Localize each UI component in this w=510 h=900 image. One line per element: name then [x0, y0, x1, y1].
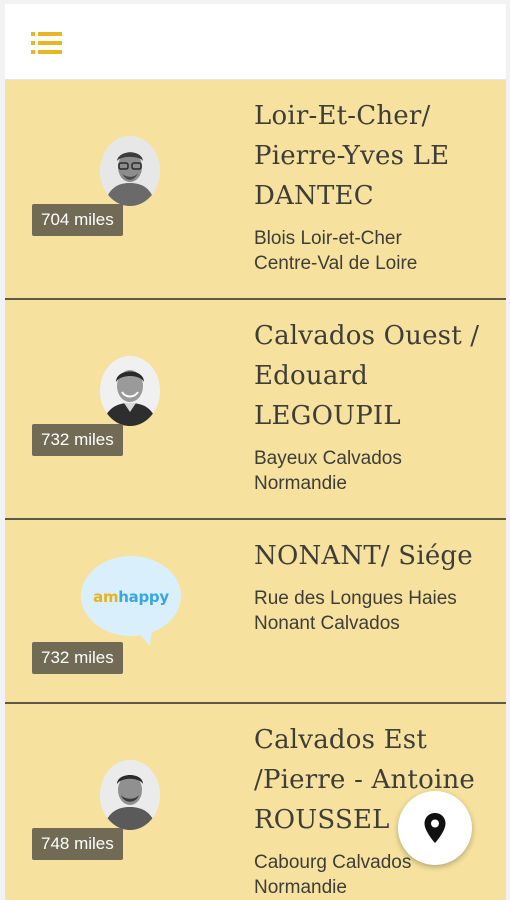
- distance-badge: 704 miles: [32, 204, 123, 236]
- location-address: Rue des Longues Haies Nonant Calvados: [254, 586, 492, 636]
- list-menu-icon: [31, 32, 62, 54]
- location-address: Bayeux Calvados Normandie: [254, 446, 492, 496]
- location-title: Loir-Et-Cher/ Pierre-Yves LE DANTEC: [254, 101, 450, 211]
- address-line: Rue des Longues Haies: [254, 588, 457, 609]
- logo-wordmark: amhappy: [80, 588, 182, 606]
- distance-badge: 748 miles: [32, 828, 123, 860]
- avatar: [100, 760, 160, 830]
- location-card[interactable]: amhappy 732 miles NONANT/ Siége Rue des …: [5, 520, 506, 704]
- app-screen: 704 miles Loir-Et-Cher/ Pierre-Yves LE D…: [0, 0, 510, 900]
- logo-text-happy: happy: [118, 588, 169, 606]
- distance-badge: 732 miles: [32, 642, 123, 674]
- top-app-bar: [5, 4, 506, 80]
- person-photo: [100, 356, 160, 426]
- location-card[interactable]: 732 miles Calvados Ouest / Edouard LEGOU…: [5, 300, 506, 520]
- amhappy-logo: amhappy: [80, 556, 182, 646]
- address-line: Bayeux Calvados: [254, 448, 402, 469]
- person-photo: [100, 136, 160, 206]
- location-list: 704 miles Loir-Et-Cher/ Pierre-Yves LE D…: [5, 80, 506, 900]
- map-view-button[interactable]: [398, 791, 472, 865]
- logo-text-am: am: [93, 588, 119, 606]
- person-photo: [100, 760, 160, 830]
- avatar: [100, 356, 160, 426]
- address-line: Normandie: [254, 473, 347, 494]
- address-line: Nonant Calvados: [254, 613, 400, 634]
- address-line: Blois Loir-et-Cher: [254, 228, 402, 249]
- address-line: Centre-Val de Loire: [254, 253, 418, 274]
- location-title: NONANT/ Siége: [254, 541, 473, 571]
- avatar: [100, 136, 160, 206]
- distance-badge: 732 miles: [32, 424, 123, 456]
- address-line: Normandie: [254, 877, 347, 898]
- location-title: Calvados Ouest / Edouard LEGOUPIL: [254, 321, 480, 431]
- location-address: Blois Loir-et-Cher Centre-Val de Loire: [254, 226, 492, 276]
- map-pin-icon: [424, 813, 446, 843]
- location-card[interactable]: 704 miles Loir-Et-Cher/ Pierre-Yves LE D…: [5, 80, 506, 300]
- menu-button[interactable]: [31, 29, 63, 57]
